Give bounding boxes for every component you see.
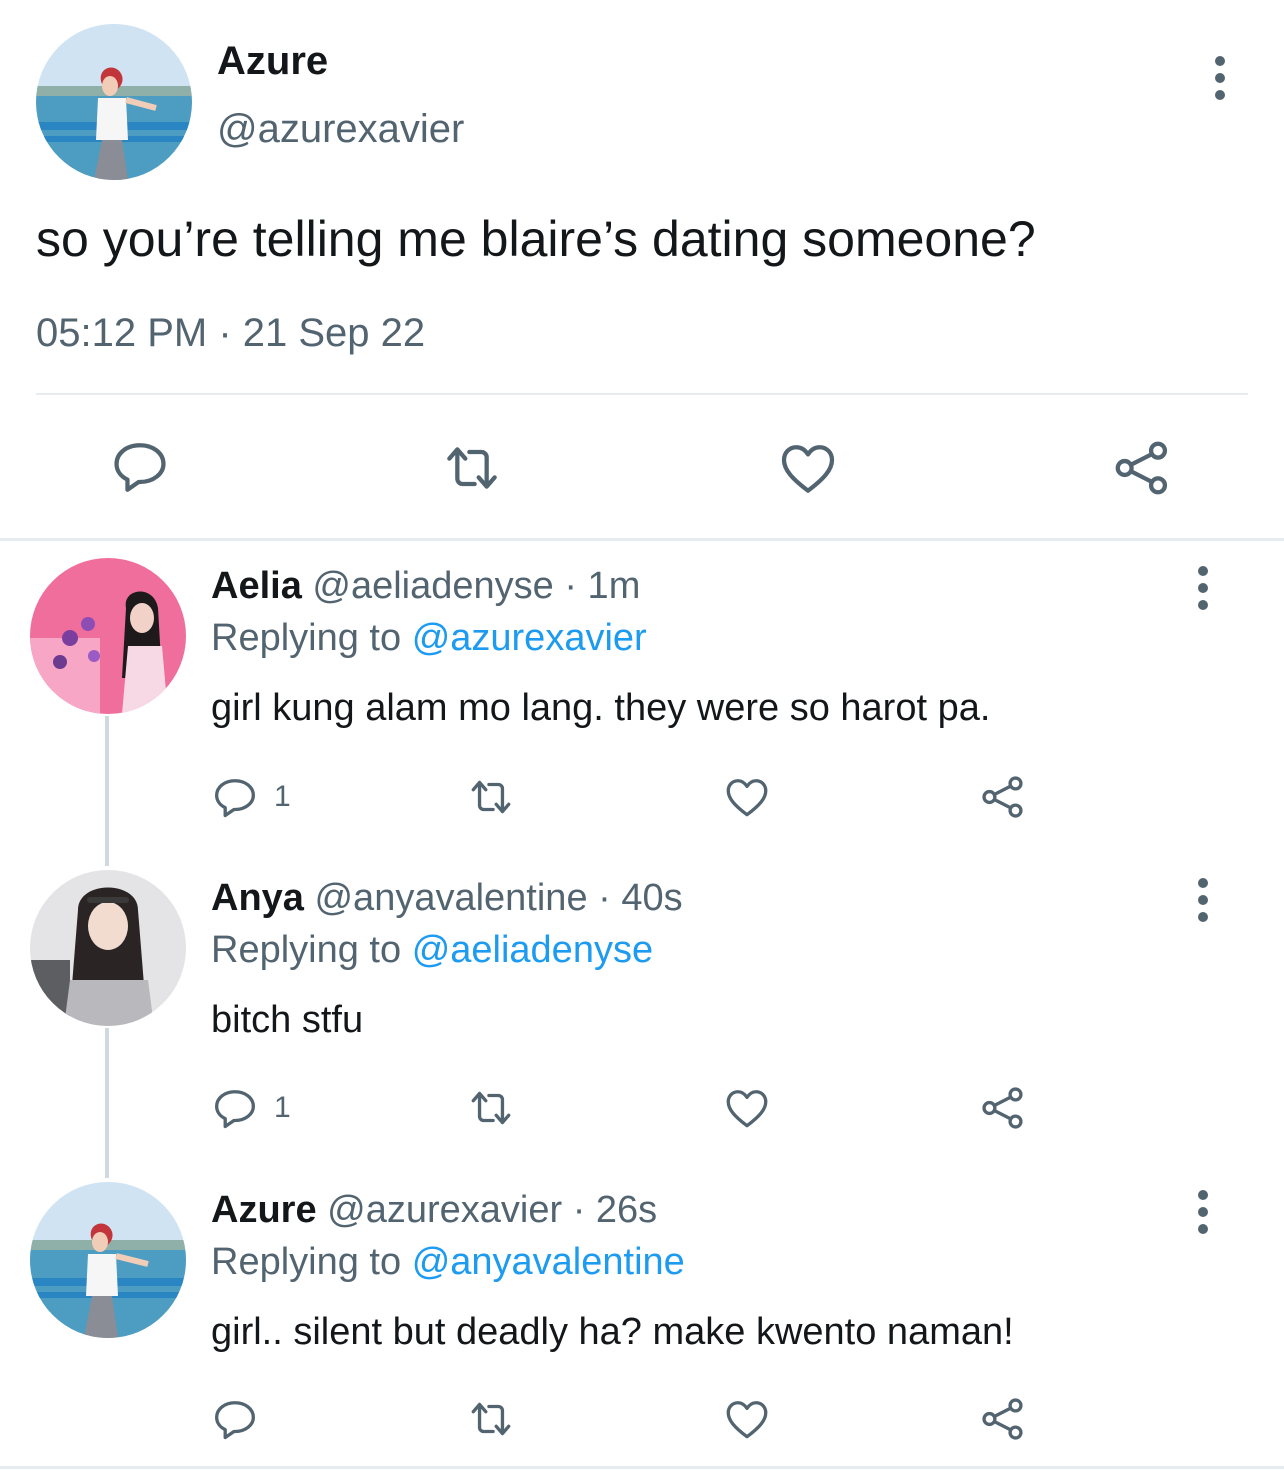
bottom-divider xyxy=(0,1466,1284,1469)
share-icon[interactable] xyxy=(978,772,1028,822)
reply-text: girl.. silent but deadly ha? make kwento… xyxy=(211,1311,1014,1353)
avatar[interactable] xyxy=(36,24,192,180)
author-handle[interactable]: @azurexavier xyxy=(217,106,464,152)
replying-to: Replying to @azurexavier xyxy=(211,616,647,660)
reply-author-name[interactable]: Aelia xyxy=(211,565,302,607)
replying-to-label: Replying to xyxy=(211,617,402,659)
avatar[interactable] xyxy=(30,1182,186,1338)
more-options-icon[interactable] xyxy=(1210,56,1230,108)
replying-to-handle[interactable]: @aeliadenyse xyxy=(412,929,653,971)
more-options-icon[interactable] xyxy=(1193,566,1213,618)
heart-icon[interactable] xyxy=(776,436,840,500)
reply-meta: @aeliadenyse · 1m xyxy=(312,565,641,607)
section-divider xyxy=(0,538,1284,541)
replying-to-handle[interactable]: @azurexavier xyxy=(412,617,647,659)
replying-to: Replying to @anyavalentine xyxy=(211,1240,685,1284)
replying-to-handle[interactable]: @anyavalentine xyxy=(412,1241,685,1283)
tweet-timestamp: 05:12 PM · 21 Sep 22 xyxy=(36,311,426,355)
heart-icon[interactable] xyxy=(722,772,772,822)
share-icon[interactable] xyxy=(1110,436,1174,500)
share-icon[interactable] xyxy=(978,1083,1028,1133)
reply-header: Anya @anyavalentine · 40s xyxy=(211,876,683,920)
reply-text: girl kung alam mo lang. they were so har… xyxy=(211,687,991,729)
reply-header: Azure @azurexavier · 26s xyxy=(211,1188,657,1232)
heart-icon[interactable] xyxy=(722,1394,772,1444)
tweet-text: so you’re telling me blaire’s dating som… xyxy=(36,211,1036,267)
reply-author-name[interactable]: Azure xyxy=(211,1189,317,1231)
reply-count: 1 xyxy=(274,780,291,813)
reply-header: Aelia @aeliadenyse · 1m xyxy=(211,564,640,608)
reply-meta: @anyavalentine · 40s xyxy=(314,877,683,919)
retweet-icon[interactable] xyxy=(466,1083,516,1133)
retweet-icon[interactable] xyxy=(466,1394,516,1444)
reply-icon[interactable] xyxy=(210,1394,260,1444)
replying-to-label: Replying to xyxy=(211,929,402,971)
thread-line xyxy=(105,716,109,866)
thread-line xyxy=(105,1028,109,1178)
more-options-icon[interactable] xyxy=(1193,878,1213,930)
replying-to: Replying to @aeliadenyse xyxy=(211,928,653,972)
reply-icon[interactable] xyxy=(210,772,260,822)
reply-author-name[interactable]: Anya xyxy=(211,877,304,919)
retweet-icon[interactable] xyxy=(466,772,516,822)
reply-meta: @azurexavier · 26s xyxy=(327,1189,658,1231)
heart-icon[interactable] xyxy=(722,1083,772,1133)
avatar[interactable] xyxy=(30,870,186,1026)
reply-icon[interactable] xyxy=(108,434,172,498)
author-name[interactable]: Azure xyxy=(217,38,328,84)
retweet-icon[interactable] xyxy=(440,436,504,500)
divider xyxy=(36,393,1248,395)
replying-to-label: Replying to xyxy=(211,1241,402,1283)
avatar[interactable] xyxy=(30,558,186,714)
reply-count: 1 xyxy=(274,1091,291,1124)
share-icon[interactable] xyxy=(978,1394,1028,1444)
reply-icon[interactable] xyxy=(210,1083,260,1133)
reply-text: bitch stfu xyxy=(211,999,364,1041)
more-options-icon[interactable] xyxy=(1193,1190,1213,1242)
